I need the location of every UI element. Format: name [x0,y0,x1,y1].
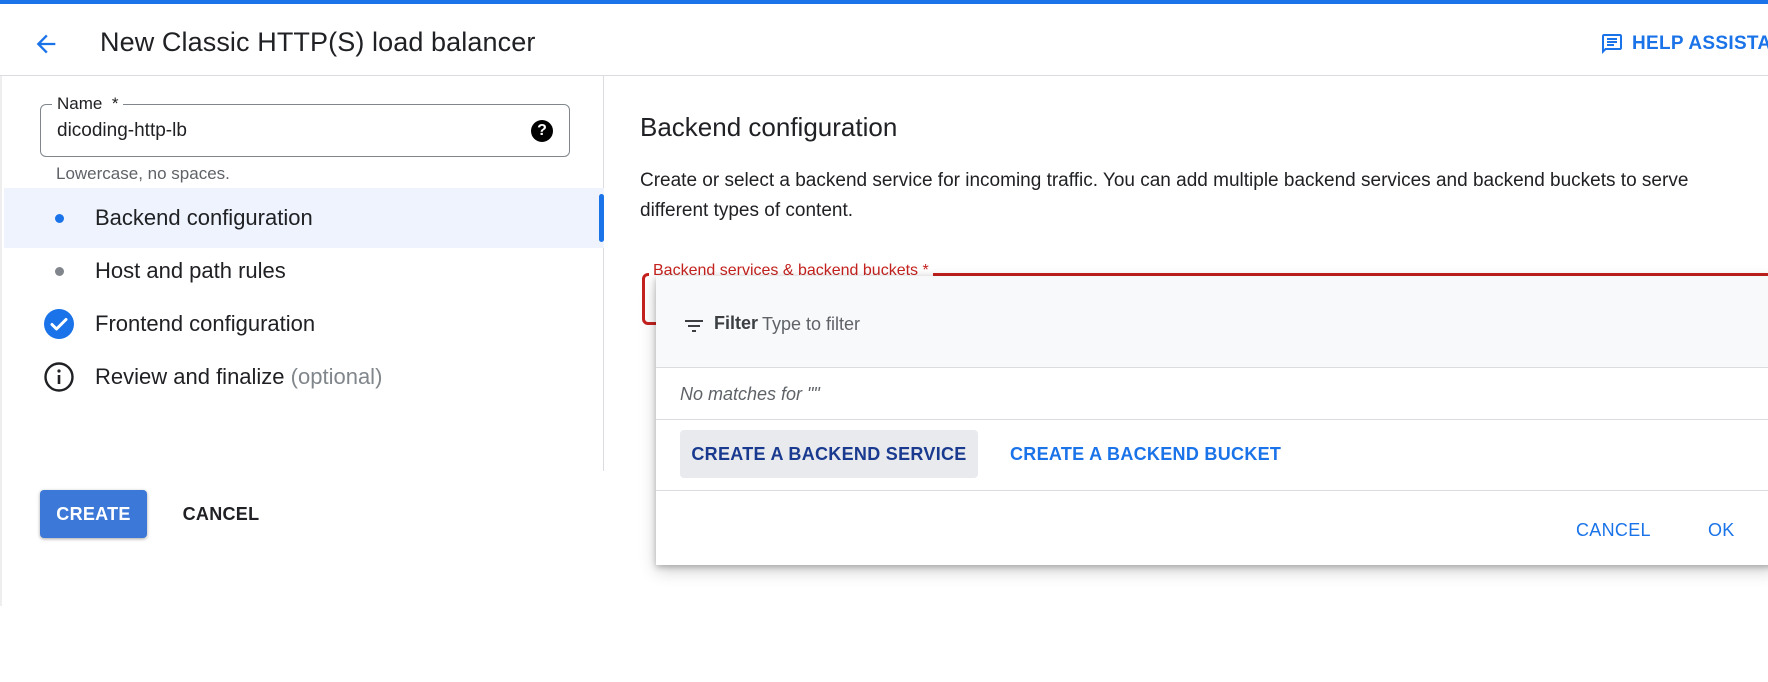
left-edge-divider [0,76,2,606]
step-label: Review and finalize (optional) [95,364,383,389]
step-backend-configuration[interactable]: Backend configuration [4,188,604,248]
help-icon[interactable]: ? [531,120,553,142]
backend-dropdown-panel: Filter No matches for "" CREATE A BACKEN… [656,276,1768,565]
wizard-sidebar: Name * dicoding-http-lb ? Lowercase, no … [4,76,604,471]
section-description: Create or select a backend service for i… [640,170,1689,221]
filter-label: Filter [714,313,759,333]
section-title: Backend configuration [640,112,898,142]
step-label: Frontend configuration [95,311,316,336]
name-field-label: Name * [52,94,124,114]
feedback-chat-icon [1602,34,1622,54]
page-title: New Classic HTTP(S) load balancer [100,27,536,57]
name-field-value[interactable]: dicoding-http-lb [57,119,187,143]
create-button[interactable]: CREATE [40,490,147,538]
filter-bar: Filter [656,276,1768,368]
create-backend-bucket-button[interactable]: CREATE A BACKEND BUCKET [994,430,1297,478]
dot-icon [42,254,76,288]
step-host-and-path-rules[interactable]: Host and path rules [4,241,604,301]
name-field-hint: Lowercase, no spaces. [56,164,230,183]
name-field[interactable]: Name * dicoding-http-lb ? [40,94,570,157]
optional-tag: (optional) [290,364,383,389]
create-backend-service-button[interactable]: CREATE A BACKEND SERVICE [680,430,978,478]
step-label: Backend configuration [95,205,313,230]
dropdown-cancel-button[interactable]: CANCEL [1560,506,1667,554]
step-review-and-finalize[interactable]: Review and finalize (optional) [4,347,604,407]
dot-icon [42,201,76,235]
filter-icon [685,320,703,332]
help-assistant-label: HELP ASSISTANT [1632,33,1768,54]
help-assistant-button[interactable]: HELP ASSISTANT [1600,28,1768,60]
dropdown-ok-button[interactable]: OK [1692,506,1751,554]
info-circle-icon [42,360,76,394]
active-step-indicator [599,194,604,242]
divider [656,490,1768,491]
arrow-back-icon [36,34,56,54]
cancel-button[interactable]: CANCEL [168,490,274,538]
page-header: New Classic HTTP(S) load balancer HELP A… [0,4,1768,76]
step-frontend-configuration[interactable]: Frontend configuration [4,294,604,354]
back-button[interactable] [24,22,68,66]
step-label: Host and path rules [95,258,286,283]
check-circle-icon [42,307,76,341]
filter-input[interactable] [760,311,1160,337]
divider [656,419,1768,420]
no-matches-text: No matches for "" [680,384,820,404]
